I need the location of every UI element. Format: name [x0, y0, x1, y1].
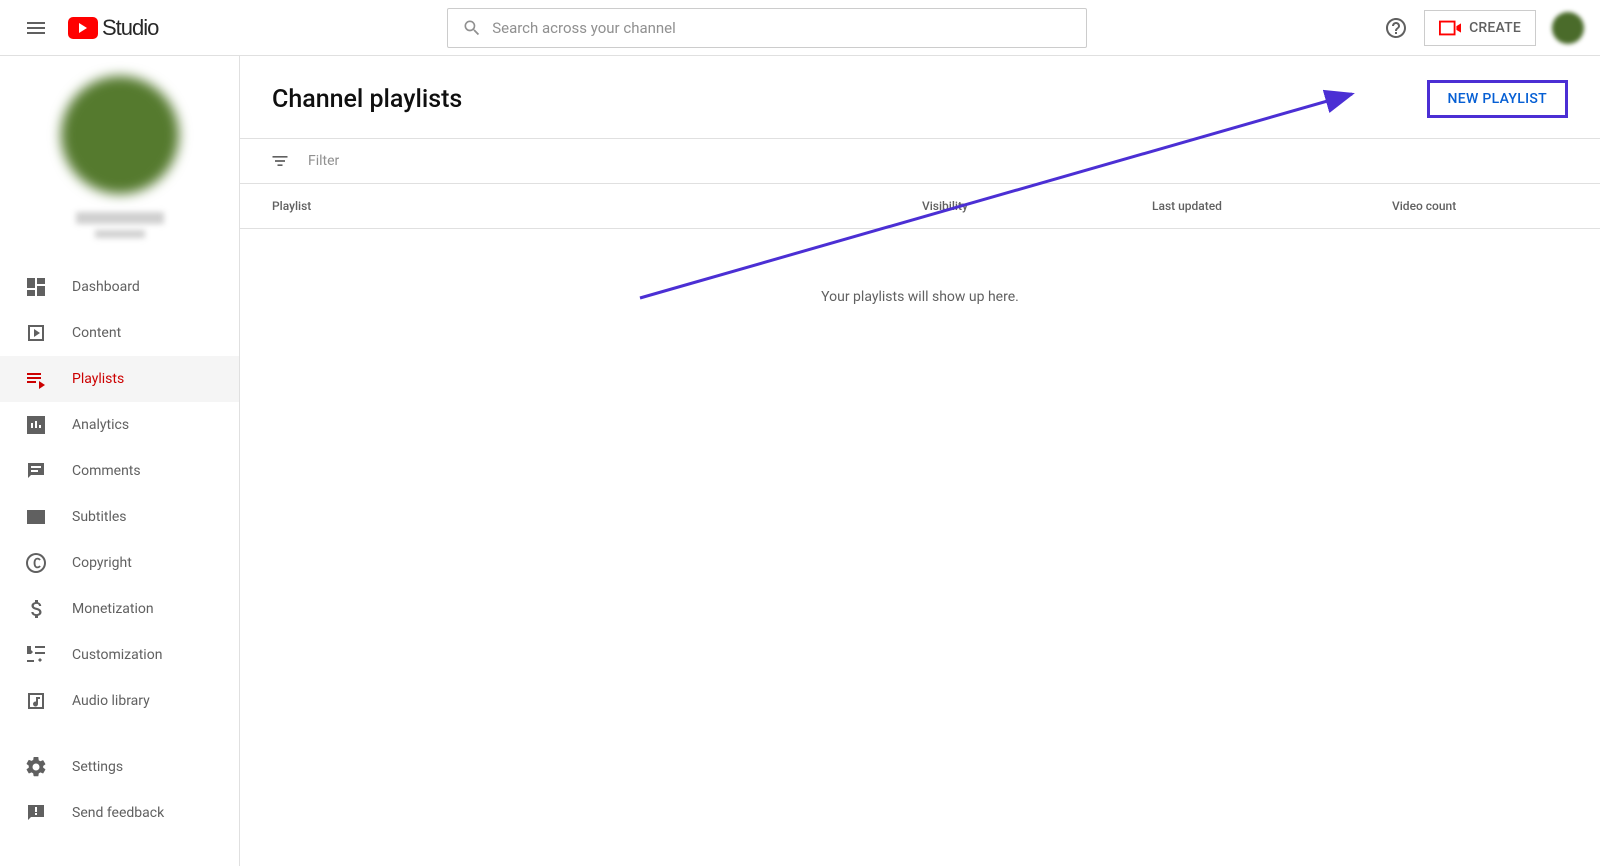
header-actions: CREATE: [1376, 8, 1584, 48]
sidebar-nav: Dashboard Content Playlists Analytics Co…: [0, 264, 239, 866]
monetization-icon: [24, 597, 48, 621]
search-icon: [462, 18, 482, 38]
page-header: Channel playlists NEW PLAYLIST: [240, 56, 1600, 138]
channel-card[interactable]: [0, 68, 239, 264]
dashboard-icon: [24, 275, 48, 299]
sidebar-item-label: Playlists: [72, 371, 124, 387]
sidebar-item-content[interactable]: Content: [0, 310, 239, 356]
sidebar-item-label: Subtitles: [72, 509, 127, 525]
logo-text: Studio: [102, 15, 158, 41]
help-icon: [1384, 16, 1408, 40]
sidebar-item-dashboard[interactable]: Dashboard: [0, 264, 239, 310]
sidebar-item-label: Send feedback: [72, 805, 164, 821]
create-button[interactable]: CREATE: [1424, 10, 1536, 46]
analytics-icon: [24, 413, 48, 437]
gear-icon: [24, 755, 48, 779]
filter-icon: [270, 151, 290, 171]
youtube-icon: [68, 17, 98, 39]
sidebar-item-label: Audio library: [72, 693, 150, 709]
channel-name-placeholder: [76, 212, 164, 224]
hamburger-icon: [24, 16, 48, 40]
create-icon: [1439, 20, 1461, 36]
sidebar-item-label: Monetization: [72, 601, 154, 617]
column-visibility[interactable]: Visibility: [922, 199, 1152, 213]
column-playlist[interactable]: Playlist: [272, 199, 922, 213]
subtitles-icon: [24, 505, 48, 529]
sidebar-item-analytics[interactable]: Analytics: [0, 402, 239, 448]
feedback-icon: [24, 801, 48, 825]
comments-icon: [24, 459, 48, 483]
main-content: Channel playlists NEW PLAYLIST Filter Pl…: [240, 56, 1600, 866]
sidebar-item-label: Comments: [72, 463, 141, 479]
table-header: Playlist Visibility Last updated Video c…: [240, 184, 1600, 228]
sidebar-item-label: Dashboard: [72, 279, 140, 295]
sidebar-item-settings[interactable]: Settings: [0, 744, 239, 790]
menu-toggle-button[interactable]: [16, 8, 56, 48]
sidebar-item-label: Analytics: [72, 417, 129, 433]
copyright-icon: [24, 551, 48, 575]
column-count[interactable]: Video count: [1392, 199, 1502, 213]
channel-avatar: [61, 76, 179, 194]
empty-state-message: Your playlists will show up here.: [240, 229, 1600, 365]
sidebar-item-label: Content: [72, 325, 121, 341]
content-icon: [24, 321, 48, 345]
sidebar-item-feedback[interactable]: Send feedback: [0, 790, 239, 836]
channel-sub-placeholder: [95, 230, 145, 238]
sidebar-item-customization[interactable]: Customization: [0, 632, 239, 678]
help-button[interactable]: [1376, 8, 1416, 48]
sidebar-item-comments[interactable]: Comments: [0, 448, 239, 494]
column-updated[interactable]: Last updated: [1152, 199, 1392, 213]
filter-label: Filter: [308, 153, 339, 169]
search-box[interactable]: [447, 8, 1087, 48]
app-header: Studio CREATE: [0, 0, 1600, 56]
customization-icon: [24, 643, 48, 667]
filter-bar[interactable]: Filter: [240, 139, 1600, 183]
sidebar: Dashboard Content Playlists Analytics Co…: [0, 56, 240, 866]
sidebar-item-copyright[interactable]: Copyright: [0, 540, 239, 586]
playlists-icon: [24, 367, 48, 391]
sidebar-item-audio[interactable]: Audio library: [0, 678, 239, 724]
sidebar-item-label: Copyright: [72, 555, 132, 571]
search-input[interactable]: [492, 19, 1072, 37]
account-avatar[interactable]: [1552, 12, 1584, 44]
sidebar-item-label: Settings: [72, 759, 123, 775]
studio-logo[interactable]: Studio: [68, 15, 158, 41]
sidebar-item-playlists[interactable]: Playlists: [0, 356, 239, 402]
audio-library-icon: [24, 689, 48, 713]
sidebar-item-label: Customization: [72, 647, 162, 663]
search-container: [158, 8, 1376, 48]
new-playlist-button[interactable]: NEW PLAYLIST: [1427, 80, 1568, 118]
sidebar-item-monetization[interactable]: Monetization: [0, 586, 239, 632]
sidebar-item-subtitles[interactable]: Subtitles: [0, 494, 239, 540]
create-label: CREATE: [1469, 20, 1521, 36]
page-title: Channel playlists: [272, 85, 462, 114]
